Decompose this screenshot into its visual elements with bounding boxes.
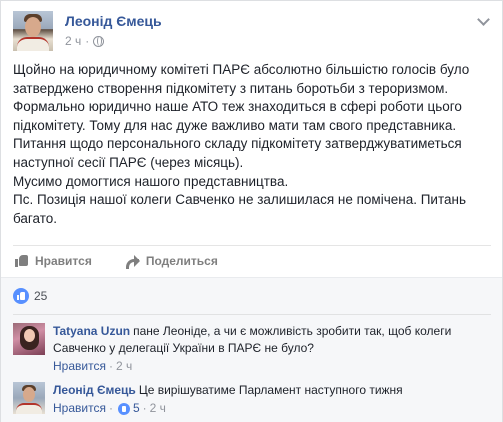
like-badge-icon bbox=[117, 402, 130, 415]
commenter-avatar[interactable] bbox=[13, 382, 45, 414]
meta-separator: · bbox=[108, 401, 113, 415]
chevron-down-icon[interactable] bbox=[477, 13, 490, 26]
comment-body: Леонід Ємець Це вирішуватиме Парламент на… bbox=[53, 382, 493, 417]
divider bbox=[13, 314, 491, 315]
avatar-shirt bbox=[16, 403, 42, 414]
meta-separator: · bbox=[108, 359, 113, 373]
comment-like-link[interactable]: Нравится bbox=[53, 400, 106, 417]
avatar-face bbox=[24, 329, 35, 342]
comment-meta: Нравится · 5 · 2 ч bbox=[53, 400, 493, 417]
share-label: Поделиться bbox=[145, 253, 218, 268]
globe-icon[interactable] bbox=[93, 35, 105, 47]
reactions-count[interactable]: 25 bbox=[34, 289, 47, 303]
share-arrow-icon bbox=[125, 254, 140, 269]
post-paragraph: Пс. Позиція нашої колеги Савченко не зал… bbox=[13, 192, 466, 226]
feedback-section: 25 Tatyana Uzun пане Леоніде, а чи є можл… bbox=[1, 277, 502, 422]
avatar-shirt bbox=[17, 37, 49, 51]
like-button[interactable]: Нравится bbox=[15, 254, 92, 268]
avatar-face bbox=[25, 17, 41, 37]
post-card: Леонід Ємець 2 ч · Щойно на юридичному к… bbox=[0, 0, 503, 422]
post-paragraph: Щойно на юридичному комітеті ПАРЄ абсолю… bbox=[13, 62, 470, 170]
comment-author[interactable]: Tatyana Uzun bbox=[53, 324, 130, 338]
comment-text: Це вирішуватиме Парламент наступного тиж… bbox=[138, 383, 403, 397]
comment-time[interactable]: 2 ч bbox=[116, 358, 132, 375]
post-meta: 2 ч · bbox=[65, 34, 105, 48]
comment-like-link[interactable]: Нравится bbox=[53, 358, 106, 375]
commenter-avatar[interactable] bbox=[13, 323, 45, 355]
comment-author[interactable]: Леонід Ємець bbox=[53, 383, 136, 397]
comment-body: Tatyana Uzun пане Леоніде, а чи є можливі… bbox=[53, 323, 493, 375]
post-actions: Нравится Поделиться bbox=[13, 245, 491, 275]
avatar-face bbox=[23, 387, 35, 402]
like-label: Нравится bbox=[35, 253, 92, 268]
author-avatar[interactable] bbox=[13, 11, 53, 51]
meta-separator: · bbox=[142, 401, 147, 415]
share-button[interactable]: Поделиться bbox=[125, 253, 218, 269]
comment-time[interactable]: 2 ч bbox=[150, 400, 166, 417]
post-paragraph: Мусимо домогтися нашого представництва. bbox=[13, 173, 289, 189]
comment-like-count[interactable]: 5 bbox=[133, 400, 140, 417]
author-name[interactable]: Леонід Ємець bbox=[65, 13, 162, 29]
reactions-summary[interactable]: 25 bbox=[13, 288, 47, 304]
like-badge-icon bbox=[13, 288, 29, 304]
meta-separator: · bbox=[85, 34, 90, 48]
thumbs-up-icon bbox=[15, 254, 29, 267]
post-time[interactable]: 2 ч bbox=[65, 34, 81, 48]
comment-meta: Нравится · 2 ч bbox=[53, 358, 493, 375]
post-text: Щойно на юридичному комітеті ПАРЄ абсолю… bbox=[13, 61, 495, 228]
